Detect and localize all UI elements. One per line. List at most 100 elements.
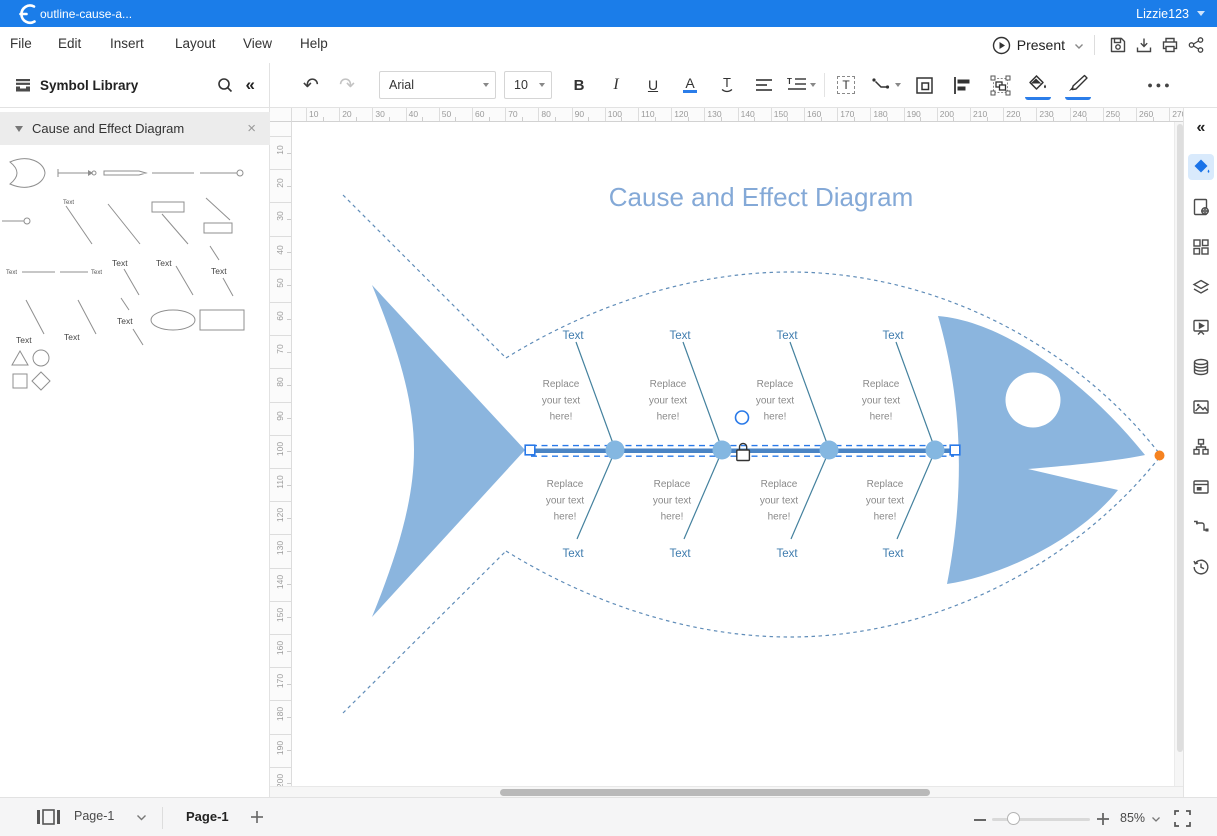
rib-top-label[interactable]: Text <box>562 330 584 342</box>
rib-top-label[interactable]: Text <box>669 330 691 342</box>
rib-bottom-note-line[interactable]: here! <box>554 512 577 523</box>
bold-button[interactable]: B <box>566 70 592 100</box>
spine-node[interactable] <box>713 441 732 460</box>
selection-handle-right[interactable] <box>950 445 960 455</box>
pages-overview-icon[interactable] <box>36 809 60 825</box>
page-setup-panel-button[interactable] <box>1188 194 1214 220</box>
diagram-title[interactable]: Cause and Effect Diagram <box>609 182 913 212</box>
undo-button[interactable]: ↶ <box>298 70 324 100</box>
rib-top-note-line[interactable]: here! <box>870 412 893 423</box>
rib-top-note-line[interactable]: here! <box>764 412 787 423</box>
vertical-scrollbar[interactable] <box>1174 122 1183 786</box>
shape-thumbnail-line-circle-2[interactable] <box>2 218 30 224</box>
rib-bottom-note-line[interactable]: here! <box>768 512 791 523</box>
org-chart-panel-button[interactable] <box>1188 434 1214 460</box>
rib-bottom-note-line[interactable]: your text <box>653 495 692 506</box>
italic-button[interactable]: I <box>603 70 629 100</box>
page-tab[interactable]: Page-1 <box>186 809 229 824</box>
rib-bottom-note-line[interactable]: Replace <box>654 479 691 490</box>
rib-bottom-note-line[interactable]: Replace <box>547 479 584 490</box>
shape-thumbnail-diamond[interactable] <box>32 372 50 390</box>
spine-node[interactable] <box>926 441 945 460</box>
image-panel-button[interactable] <box>1188 394 1214 420</box>
rib-bottom-note-line[interactable]: your text <box>866 495 905 506</box>
underline-button[interactable]: U <box>640 70 666 100</box>
fullscreen-icon[interactable] <box>1174 810 1191 827</box>
rib-bottom-note-line[interactable]: here! <box>874 512 897 523</box>
download-button[interactable] <box>1131 32 1157 58</box>
shape-thumbnail-double-line-arrow[interactable] <box>104 171 146 175</box>
print-button[interactable] <box>1157 32 1183 58</box>
rib-bottom-note-line[interactable]: here! <box>661 512 684 523</box>
redo-button[interactable]: ↷ <box>334 70 360 100</box>
menu-help[interactable]: Help <box>300 27 328 60</box>
canvas-viewport[interactable]: Cause and Effect Diagram Text Replace your… <box>292 122 1174 786</box>
rotation-handle[interactable] <box>736 411 749 424</box>
user-menu-caret-icon[interactable] <box>1197 11 1205 16</box>
line-color-button[interactable] <box>1065 70 1091 100</box>
library-section-header[interactable]: Cause and Effect Diagram × <box>0 112 270 145</box>
page-selector-chevron-icon[interactable] <box>136 814 147 822</box>
shape-thumbnail-circle[interactable] <box>33 350 49 366</box>
group-button[interactable] <box>987 70 1013 100</box>
layers-panel-button[interactable] <box>1188 274 1214 300</box>
zoom-chevron-icon[interactable] <box>1151 816 1161 823</box>
font-family-select[interactable]: Arial <box>379 71 496 99</box>
zoom-out-button[interactable] <box>974 819 986 821</box>
shape-thumbnail-branch-text-mid[interactable]: Text <box>210 246 233 296</box>
shape-thumbnail-branch-text[interactable]: Text <box>112 258 139 295</box>
container-panel-button[interactable] <box>1188 474 1214 500</box>
page-selector[interactable]: Page-1 <box>74 809 114 823</box>
shape-thumbnail-branch-text-2[interactable]: Text <box>156 258 193 295</box>
shape-thumbnail-line-circle[interactable] <box>200 170 243 176</box>
spine-node[interactable] <box>606 441 625 460</box>
rib-top-note-line[interactable]: here! <box>657 412 680 423</box>
rib-top-note-line[interactable]: Replace <box>863 379 900 390</box>
shape-thumbnail-branch-text-top[interactable]: Text <box>63 200 92 244</box>
zoom-in-button[interactable] <box>1096 812 1110 826</box>
rib-top-label[interactable]: Text <box>882 330 904 342</box>
fish-tail-shape[interactable] <box>372 285 525 617</box>
shape-thumbnail-branch-box[interactable] <box>204 198 232 233</box>
username[interactable]: Lizzie123 <box>1136 7 1189 21</box>
connector-panel-button[interactable] <box>1188 514 1214 540</box>
presentation-panel-button[interactable] <box>1188 314 1214 340</box>
line-spacing-button[interactable]: T <box>787 70 816 100</box>
fill-style-panel-button[interactable] <box>1188 154 1214 180</box>
menu-edit[interactable]: Edit <box>58 27 81 60</box>
insert-textbox-button[interactable]: T <box>833 70 859 100</box>
collapse-sidebar-button[interactable]: « <box>1188 115 1214 141</box>
text-effect-button[interactable]: T <box>714 70 740 100</box>
rib-bottom-label[interactable]: Text <box>669 548 691 560</box>
align-text-button[interactable] <box>751 70 777 100</box>
add-page-icon[interactable] <box>250 810 264 824</box>
shape-thumbnail-line-text-right[interactable]: Text <box>60 270 102 276</box>
font-size-select[interactable]: 10 <box>504 71 552 99</box>
horizontal-scrollbar-thumb[interactable] <box>500 789 930 796</box>
rib-top-note-line[interactable]: Replace <box>543 379 580 390</box>
spine-node[interactable] <box>820 441 839 460</box>
connection-point-handle[interactable] <box>1155 451 1165 461</box>
rib-top-note-line[interactable]: your text <box>542 395 581 406</box>
shape-thumbnail-square[interactable] <box>13 374 27 388</box>
rib-bottom-label[interactable]: Text <box>776 548 798 560</box>
collapse-panel-icon[interactable]: « <box>246 75 255 95</box>
menu-layout[interactable]: Layout <box>175 27 216 60</box>
selection-handle-left[interactable] <box>525 445 535 455</box>
shape-thumbnail-box-branch[interactable] <box>152 202 188 244</box>
present-dropdown-icon[interactable] <box>1074 43 1084 50</box>
rib-bottom-label[interactable]: Text <box>562 548 584 560</box>
shape-thumbnail-spine-arrow[interactable] <box>58 169 96 177</box>
shape-thumbnail-line-text-left[interactable]: Text <box>6 270 55 276</box>
close-section-icon[interactable]: × <box>247 120 256 137</box>
more-options-button[interactable]: ●●● <box>1147 70 1173 100</box>
shape-thumbnail-fish-frame[interactable] <box>10 159 45 187</box>
menu-insert[interactable]: Insert <box>110 27 144 60</box>
connector-tool-button[interactable] <box>871 70 901 100</box>
rib-top-note-line[interactable]: Replace <box>757 379 794 390</box>
rib-bottom-note-line[interactable]: Replace <box>761 479 798 490</box>
align-objects-button[interactable] <box>949 70 975 100</box>
menu-view[interactable]: View <box>243 27 272 60</box>
rib-top-note-line[interactable]: here! <box>550 412 573 423</box>
share-button[interactable] <box>1183 32 1209 58</box>
